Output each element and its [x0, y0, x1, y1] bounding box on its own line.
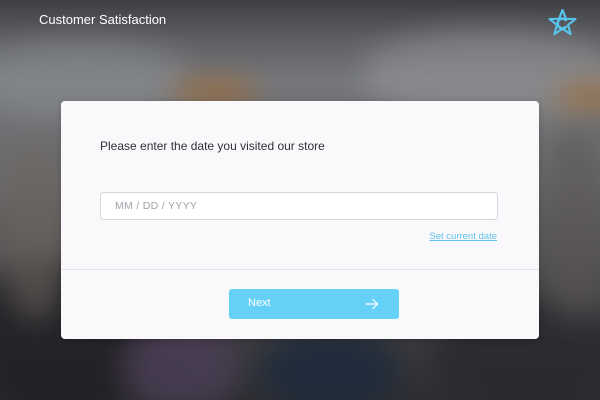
next-button[interactable]: Next	[229, 289, 399, 319]
set-current-date-link[interactable]: Set current date	[429, 231, 497, 242]
survey-card: Please enter the date you visited our st…	[61, 101, 539, 339]
next-button-label: Next	[248, 297, 271, 309]
visit-date-prompt: Please enter the date you visited our st…	[100, 139, 325, 153]
card-divider	[61, 269, 539, 270]
page-title: Customer Satisfaction	[39, 12, 167, 27]
arrow-right-icon	[365, 298, 379, 310]
star-logo-icon	[548, 9, 577, 36]
visit-date-input[interactable]	[100, 192, 498, 220]
